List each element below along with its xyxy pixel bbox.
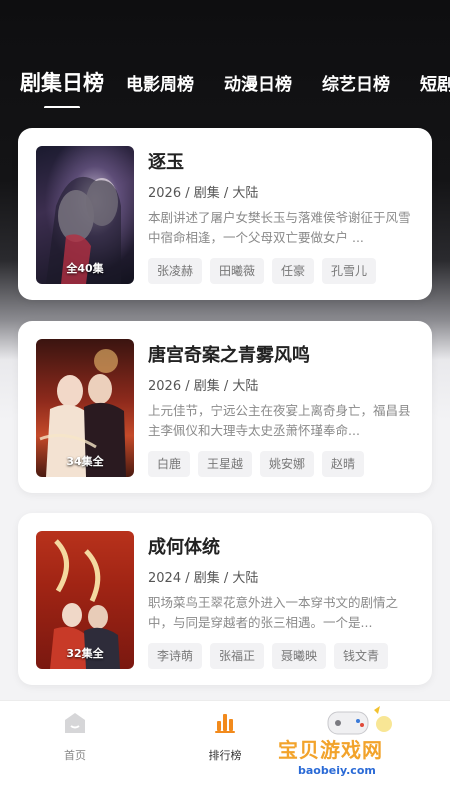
home-icon — [65, 713, 85, 733]
card-meta: 2026 / 剧集 / 大陆 — [148, 379, 259, 394]
cast-tag[interactable]: 任豪 — [272, 258, 315, 284]
card-title[interactable]: 逐玉 — [148, 148, 184, 174]
nav-rank[interactable]: 排行榜 — [185, 711, 265, 762]
rank-chart-icon — [215, 714, 235, 733]
card-description: 本剧讲述了屠户女樊长玉与落难侯爷谢征于风雪中宿命相逢，一个父母双亡要做女户 ..… — [148, 210, 411, 245]
nav-home-label: 首页 — [64, 749, 86, 762]
poster-image[interactable]: 全40集 — [36, 146, 134, 284]
nav-rank-label: 排行榜 — [208, 749, 242, 762]
cast-tag[interactable]: 钱文青 — [334, 643, 389, 669]
cast-tag[interactable]: 李诗萌 — [148, 643, 203, 669]
tab-movie-weekly[interactable]: 电影周榜 — [126, 70, 194, 95]
nav-home[interactable]: 首页 — [35, 711, 115, 762]
cast-tag[interactable]: 赵晴 — [322, 451, 365, 477]
watermark-url: baobeiy.com — [298, 764, 376, 777]
tab-short-drama[interactable]: 短剧 — [420, 70, 450, 95]
cast-tag[interactable]: 姚安娜 — [260, 451, 315, 477]
episodes-badge: 全40集 — [66, 262, 104, 275]
active-tab-indicator — [44, 106, 80, 108]
rank-card[interactable]: 全40集 逐玉 2026 / 剧集 / 大陆 本剧讲述了屠户女樊长玉与落难侯爷谢… — [18, 128, 432, 300]
card-description: 职场菜鸟王翠花意外进入一本穿书文的剧情之中，与同是穿越者的张三相遇。一个是... — [148, 595, 399, 630]
cast-tag[interactable]: 田曦薇 — [210, 258, 265, 284]
card-description: 上元佳节，宁远公主在夜宴上离奇身亡，福昌县主李佩仪和大理寺太史丞萧怀瑾奉命... — [148, 403, 411, 438]
poster-image[interactable]: 32集全 — [36, 531, 134, 669]
episodes-badge: 32集全 — [66, 647, 104, 660]
card-meta: 2024 / 剧集 / 大陆 — [148, 571, 259, 586]
tab-anime-daily[interactable]: 动漫日榜 — [224, 70, 292, 95]
cast-tag[interactable]: 王星越 — [198, 451, 253, 477]
cast-tag[interactable]: 聂曦映 — [272, 643, 327, 669]
poster-image[interactable]: 34集全 — [36, 339, 134, 477]
cast-tag[interactable]: 白鹿 — [148, 451, 191, 477]
cast-tags: 白鹿 王星越 姚安娜 赵晴 — [148, 451, 365, 477]
cast-tag[interactable]: 孔雪儿 — [322, 258, 377, 284]
cast-tags: 李诗萌 张福正 聂曦映 钱文青 — [148, 643, 389, 669]
cast-tag[interactable]: 张凌赫 — [148, 258, 203, 284]
cast-tags: 张凌赫 田曦薇 任豪 孔雪儿 — [148, 258, 377, 284]
card-title[interactable]: 成何体统 — [148, 533, 220, 559]
watermark-title: 宝贝游戏网 — [278, 738, 383, 762]
rank-tabs: 剧集日榜 电影周榜 动漫日榜 综艺日榜 短剧 — [0, 60, 450, 108]
card-title[interactable]: 唐宫奇案之青雾风鸣 — [148, 341, 310, 367]
episodes-badge: 34集全 — [66, 455, 104, 468]
tab-drama-daily[interactable]: 剧集日榜 — [20, 67, 104, 97]
cast-tag[interactable]: 张福正 — [210, 643, 265, 669]
rank-card[interactable]: 34集全 唐宫奇案之青雾风鸣 2026 / 剧集 / 大陆 上元佳节，宁远公主在… — [18, 321, 432, 493]
rank-card[interactable]: 32集全 成何体统 2024 / 剧集 / 大陆 职场菜鸟王翠花意外进入一本穿书… — [18, 513, 432, 685]
tab-variety-daily[interactable]: 综艺日榜 — [322, 70, 390, 95]
card-meta: 2026 / 剧集 / 大陆 — [148, 186, 259, 201]
